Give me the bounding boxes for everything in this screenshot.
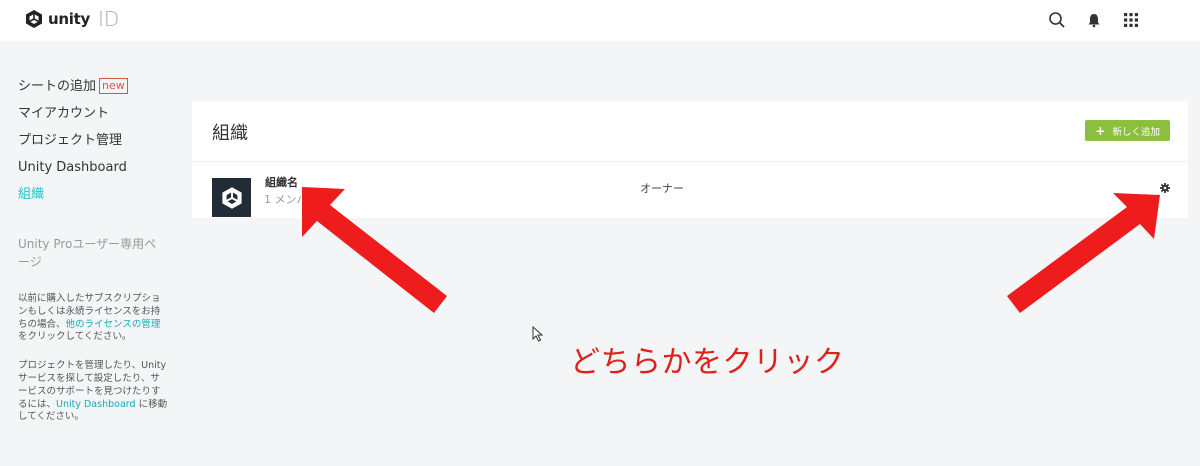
- annotation-arrows: [302, 187, 1160, 313]
- annotation-text: どちらかをクリック: [570, 345, 845, 380]
- arrow-to-org-name: [302, 187, 447, 313]
- mouse-cursor-icon: [532, 326, 544, 342]
- arrow-to-gear: [1007, 193, 1160, 313]
